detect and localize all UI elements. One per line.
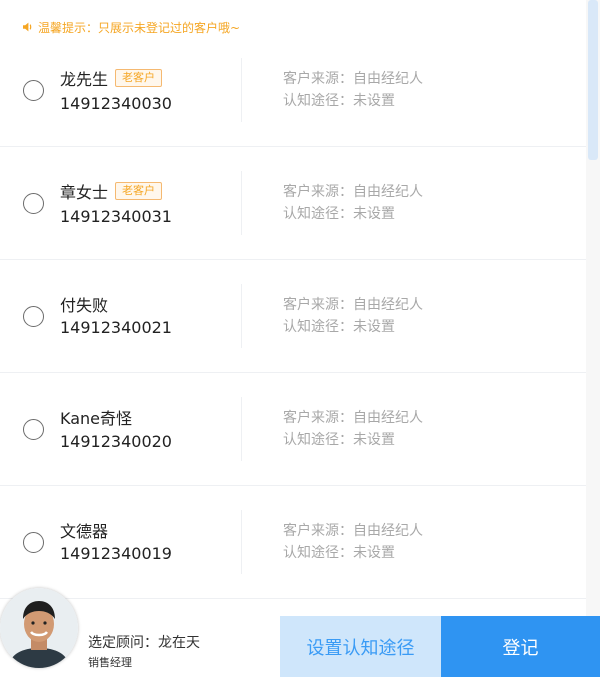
customer-name-line: 龙先生 老客户 [60, 66, 163, 90]
customer-channel: 认知途径：未设置 [283, 432, 395, 448]
old-customer-badge: 老客户 [115, 69, 163, 87]
customer-list-panel: 温馨提示：只展示未登记过的客户哦~ 龙先生 老客户 14912340030 客户… [0, 0, 586, 616]
customer-channel: 认知途径：未设置 [283, 206, 395, 222]
scrollbar-thumb[interactable] [588, 0, 598, 160]
register-button[interactable]: 登记 [441, 616, 600, 677]
customer-name-line: Kane奇怪 [60, 405, 132, 429]
customer-source: 客户来源：自由经纪人 [283, 523, 423, 539]
customer-row[interactable]: 付失败 14912340021 客户来源：自由经纪人 认知途径：未设置 [0, 260, 586, 373]
customer-channel: 认知途径：未设置 [283, 545, 395, 561]
customer-radio[interactable] [23, 419, 44, 440]
customer-name-line: 付失败 [60, 292, 108, 316]
customer-name-line: 文德器 [60, 518, 108, 542]
advisor-info: 选定顾问：龙在天 销售经理 [88, 632, 200, 670]
customer-name: 龙先生 [60, 70, 109, 89]
advisor-avatar[interactable] [0, 588, 78, 668]
customer-radio[interactable] [23, 532, 44, 553]
row-divider [241, 510, 242, 574]
customer-phone: 14912340030 [60, 94, 172, 113]
advisor-label: 选定顾问： [88, 635, 158, 651]
customer-source: 客户来源：自由经纪人 [283, 297, 423, 313]
customer-source: 客户来源：自由经纪人 [283, 184, 423, 200]
row-divider [241, 284, 242, 348]
row-divider [241, 58, 242, 122]
advisor-line: 选定顾问：龙在天 [88, 632, 200, 652]
row-divider [241, 171, 242, 235]
customer-row[interactable]: 章女士 老客户 14912340031 客户来源：自由经纪人 认知途径：未设置 [0, 147, 586, 260]
customer-phone: 14912340019 [60, 544, 172, 563]
customer-radio[interactable] [23, 306, 44, 327]
customer-channel: 认知途径：未设置 [283, 319, 395, 335]
customer-name: 文德器 [60, 522, 109, 541]
register-customer-page: 温馨提示：只展示未登记过的客户哦~ 龙先生 老客户 14912340030 客户… [0, 0, 600, 677]
customer-radio[interactable] [23, 193, 44, 214]
customer-row[interactable]: 龙先生 老客户 14912340030 客户来源：自由经纪人 认知途径：未设置 [0, 34, 586, 147]
customer-source: 客户来源：自由经纪人 [283, 410, 423, 426]
customer-phone: 14912340020 [60, 432, 172, 451]
customer-phone: 14912340021 [60, 318, 172, 337]
customer-name: 章女士 [60, 183, 109, 202]
customer-name: Kane奇怪 [60, 409, 133, 428]
set-channel-button[interactable]: 设置认知途径 [280, 616, 441, 677]
customer-radio[interactable] [23, 80, 44, 101]
customer-name: 付失败 [60, 296, 109, 315]
customer-name-line: 章女士 老客户 [60, 179, 163, 203]
advisor-portrait-icon [0, 588, 78, 668]
row-divider [241, 397, 242, 461]
customer-source: 客户来源：自由经纪人 [283, 71, 423, 87]
speaker-icon [23, 22, 32, 32]
customer-phone: 14912340031 [60, 207, 172, 226]
tip-text: 温馨提示：只展示未登记过的客户哦~ [38, 20, 241, 35]
customer-row[interactable]: 文德器 14912340019 客户来源：自由经纪人 认知途径：未设置 [0, 486, 586, 599]
old-customer-badge: 老客户 [115, 182, 163, 200]
customer-row[interactable]: Kane奇怪 14912340020 客户来源：自由经纪人 认知途径：未设置 [0, 373, 586, 486]
list-scrollbar[interactable] [586, 0, 600, 616]
advisor-role: 销售经理 [88, 656, 132, 669]
advisor-name: 龙在天 [158, 635, 200, 651]
customer-channel: 认知途径：未设置 [283, 93, 395, 109]
